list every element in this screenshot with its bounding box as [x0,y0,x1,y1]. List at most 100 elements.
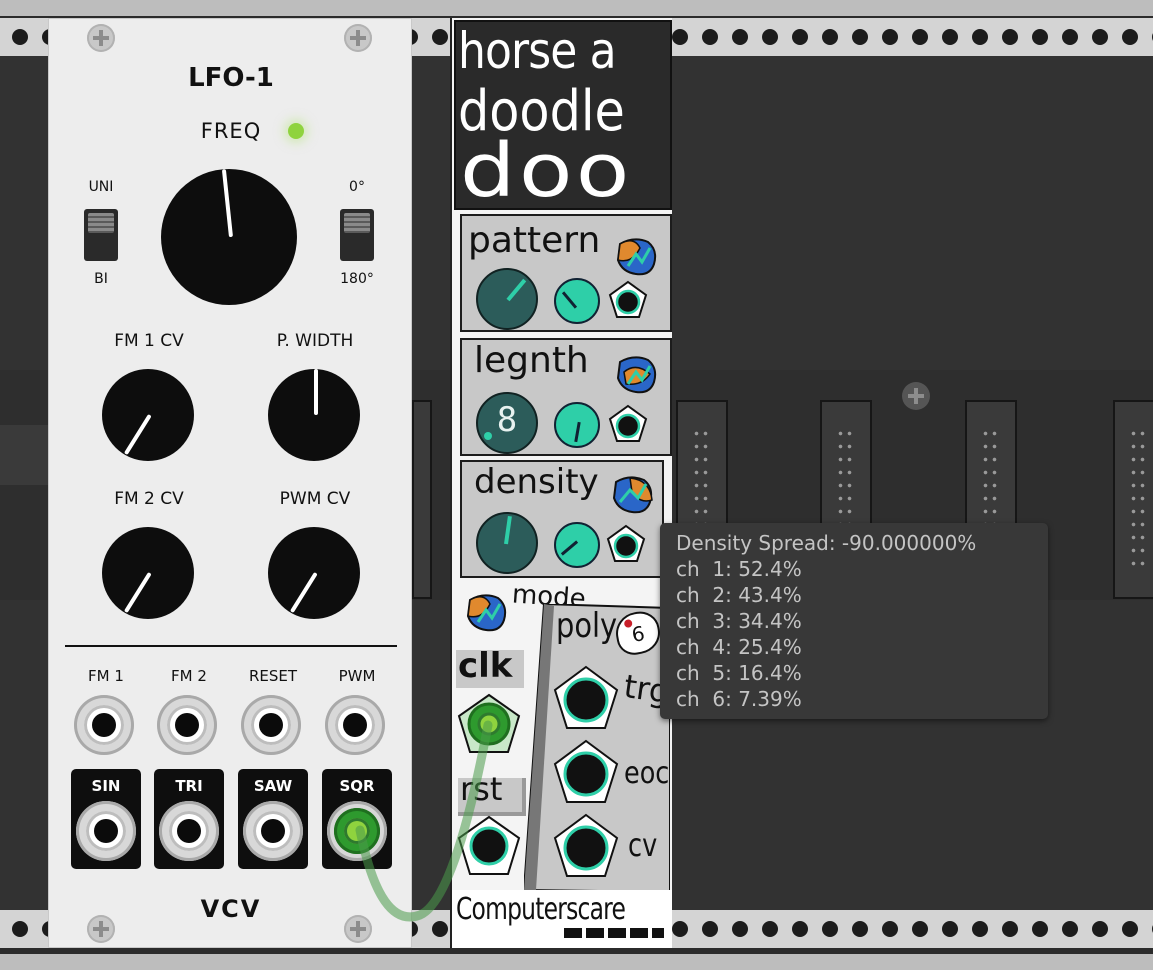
rail-hole [432,29,448,45]
rst-label: rst [460,770,503,808]
input-fm2-jack[interactable] [157,695,217,755]
rail-hole [1092,921,1108,937]
rail-hole [852,921,868,937]
input-pwm-jack[interactable] [325,695,385,755]
rail-hole [762,29,778,45]
output-sqr-label: SQR [339,777,375,795]
module-title: LFO-1 [188,63,274,93]
fm1cv-label: FM 1 CV [114,331,184,351]
input-reset-label: RESET [248,667,298,685]
rail-hole [822,921,838,937]
density-knob[interactable] [476,512,538,574]
rail-hole [1032,29,1048,45]
rail-hole [1002,921,1018,937]
fm2cv-label: FM 2 CV [114,489,184,509]
tooltip-line: ch 5: 16.4% [676,661,802,685]
tooltip-line: ch 4: 25.4% [676,635,802,659]
blank-module[interactable] [1113,400,1153,599]
trg-output-jack[interactable] [552,664,620,732]
phase-switch[interactable] [340,209,374,261]
freq-knob[interactable] [161,169,297,305]
rail-hole [972,921,988,937]
switch-phase-top-label: 0° [349,179,365,195]
output-saw-label: SAW [253,777,293,795]
output-tri-label: TRI [175,777,203,795]
length-knob[interactable]: 8 [476,392,538,454]
pwidth-knob[interactable] [268,369,360,461]
rail-hole [822,29,838,45]
cv-output-jack[interactable] [552,812,620,880]
logo-underline [564,928,664,938]
rail-hole [702,921,718,937]
rail-hole [672,29,688,45]
title-line-1: horse a [458,22,617,80]
tooltip-line: ch 2: 43.4% [676,583,802,607]
rail-hole [1092,29,1108,45]
pattern-knob[interactable] [476,268,538,330]
input-pwm-label: PWM [338,667,376,685]
switch-phase-bottom-label: 180° [340,271,374,287]
density-label: density [474,462,599,502]
uni-bi-switch[interactable] [84,209,118,261]
density-section: density [460,460,664,578]
rack-screw [902,382,930,410]
fm1cv-knob[interactable] [102,369,194,461]
length-cv-knob[interactable] [554,402,600,448]
input-fm1-jack[interactable] [74,695,134,755]
fm2cv-knob[interactable] [102,527,194,619]
freq-label: FREQ [200,119,262,143]
rail-hole [702,29,718,45]
output-sin-jack[interactable] [76,801,136,861]
rail-hole [762,921,778,937]
length-section: legnth 8 [460,338,672,456]
switch-bi-label: BI [94,271,108,287]
output-tri: TRI [154,769,224,869]
rail-hole [912,29,928,45]
rail-hole [12,921,28,937]
density-cv-knob[interactable] [554,522,600,568]
rail-hole [1122,921,1138,937]
rail-hole [1002,29,1018,45]
cv-label: cv [628,826,658,864]
length-cv-jack[interactable] [608,404,648,444]
output-tri-jack[interactable] [159,801,219,861]
pattern-cv-jack[interactable] [608,280,648,320]
divider [65,645,397,647]
rail-hole [732,29,748,45]
lfo-module[interactable]: LFO-1 FREQ UNI BI 0° 180° FM 1 CV P. WID… [48,18,412,948]
rail-hole [12,29,28,45]
poly-label: poly [556,606,618,646]
tooltip-title: Density Spread: -90.000000% [676,531,977,555]
randomize-icon[interactable] [614,354,660,396]
clk-input-jack[interactable] [456,692,522,756]
output-saw: SAW [238,769,308,869]
rack-rail-top-strip [0,0,1153,16]
tooltip-line: ch 3: 34.4% [676,609,802,633]
pwmcv-knob[interactable] [268,527,360,619]
rack-edge-left [0,425,48,485]
rail-hole [1062,29,1078,45]
rst-input-jack[interactable] [456,814,522,878]
horse-module[interactable]: horse a doodle doo pattern legnth 8 dens… [450,18,672,948]
rail-hole [732,921,748,937]
screw-icon [344,24,372,52]
randomize-icon[interactable] [614,236,660,278]
poly-value: 6 [629,621,647,647]
randomize-icon[interactable] [610,474,656,516]
output-saw-jack[interactable] [243,801,303,861]
tooltip-line: ch 1: 52.4% [676,557,802,581]
rail-hole [672,921,688,937]
density-cv-jack[interactable] [606,524,646,564]
eoc-output-jack[interactable] [552,738,620,806]
pattern-cv-knob[interactable] [554,278,600,324]
computerscare-logo: Computerscare [456,892,626,927]
mode-randomize-icon[interactable] [464,592,510,638]
vcv-logo: VCV [200,895,262,923]
input-reset-jack[interactable] [241,695,301,755]
rail-hole [792,921,808,937]
rail-hole [882,921,898,937]
rail-hole [972,29,988,45]
rail-hole [942,921,958,937]
output-sin-label: SIN [91,777,121,795]
rail-hole [852,29,868,45]
